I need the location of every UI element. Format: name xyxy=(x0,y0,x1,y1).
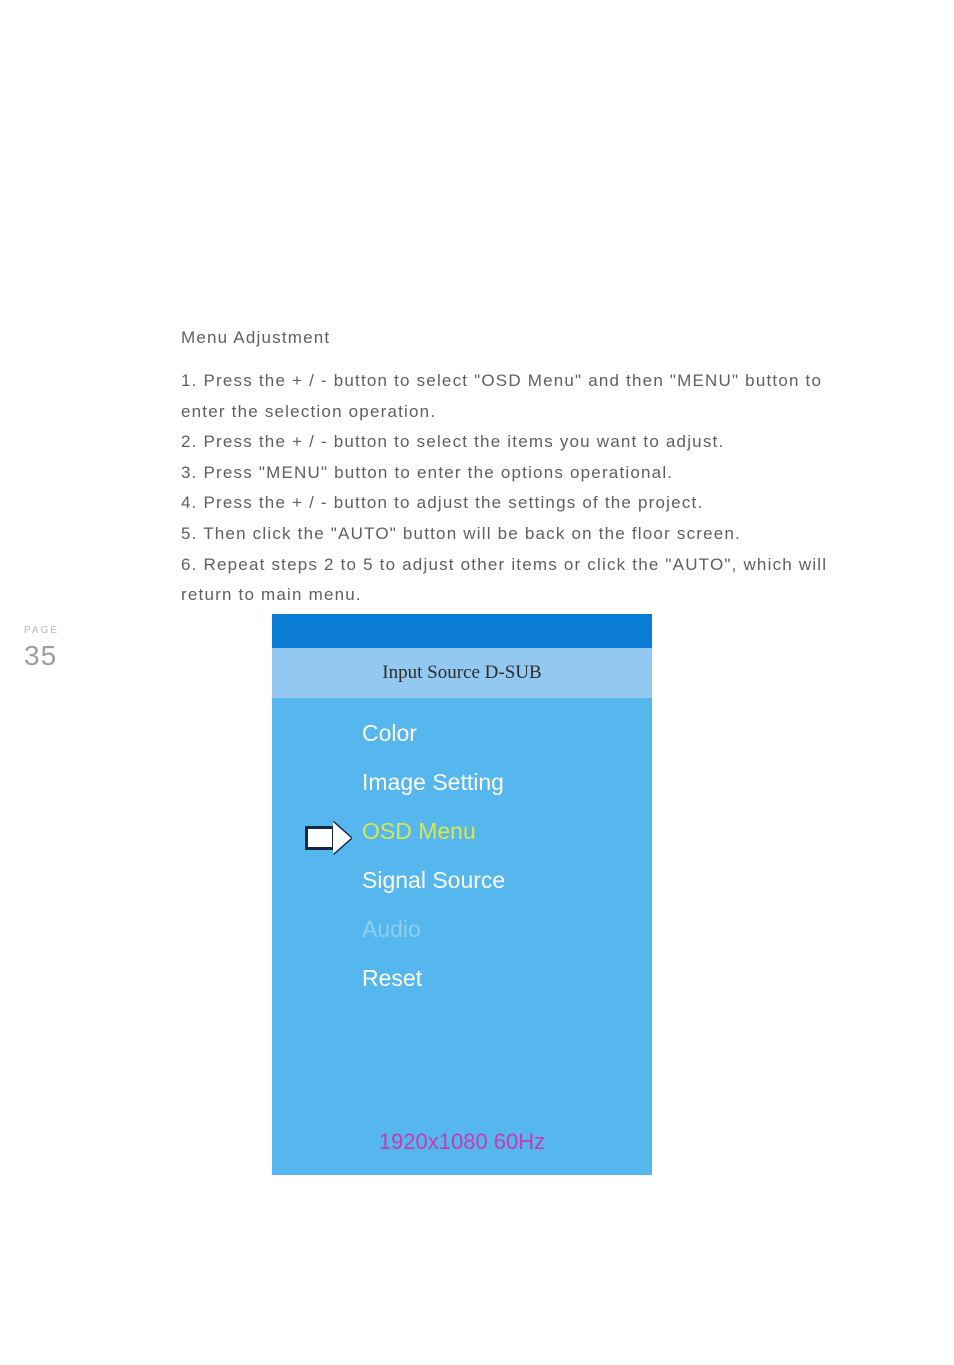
osd-topbar xyxy=(272,614,652,648)
osd-menu-list: Color Image Setting OSD Menu Signal Sour… xyxy=(272,722,652,990)
page-number: 35 xyxy=(24,640,57,672)
osd-panel: Input Source D-SUB Color Image Setting O… xyxy=(272,614,652,1175)
osd-resolution: 1920x1080 60Hz xyxy=(272,1129,652,1155)
instruction-line: 6. Repeat steps 2 to 5 to adjust other i… xyxy=(181,555,827,605)
osd-menu-item-osd-menu[interactable]: OSD Menu xyxy=(362,820,652,843)
instructions-text: 1. Press the + / - button to select "OSD… xyxy=(181,366,841,611)
osd-menu-item-image-setting[interactable]: Image Setting xyxy=(362,771,652,794)
instruction-line: 1. Press the + / - button to select "OSD… xyxy=(181,371,822,421)
selection-pointer-icon xyxy=(305,822,351,854)
instruction-line: 2. Press the + / - button to select the … xyxy=(181,432,724,451)
osd-menu-item-audio[interactable]: Audio xyxy=(362,918,652,941)
instruction-line: 5. Then click the "AUTO" button will be … xyxy=(181,524,741,543)
osd-menu-item-reset[interactable]: Reset xyxy=(362,967,652,990)
content-block: Menu Adjustment 1. Press the + / - butto… xyxy=(181,328,841,611)
instruction-line: 3. Press "MENU" button to enter the opti… xyxy=(181,463,673,482)
section-heading: Menu Adjustment xyxy=(181,328,841,348)
page-label: PAGE xyxy=(24,625,59,636)
osd-menu-item-color[interactable]: Color xyxy=(362,722,652,745)
osd-menu-item-signal-source[interactable]: Signal Source xyxy=(362,869,652,892)
osd-title: Input Source D-SUB xyxy=(272,648,652,698)
osd-menu-area: Color Image Setting OSD Menu Signal Sour… xyxy=(272,698,652,1175)
instruction-line: 4. Press the + / - button to adjust the … xyxy=(181,493,703,512)
